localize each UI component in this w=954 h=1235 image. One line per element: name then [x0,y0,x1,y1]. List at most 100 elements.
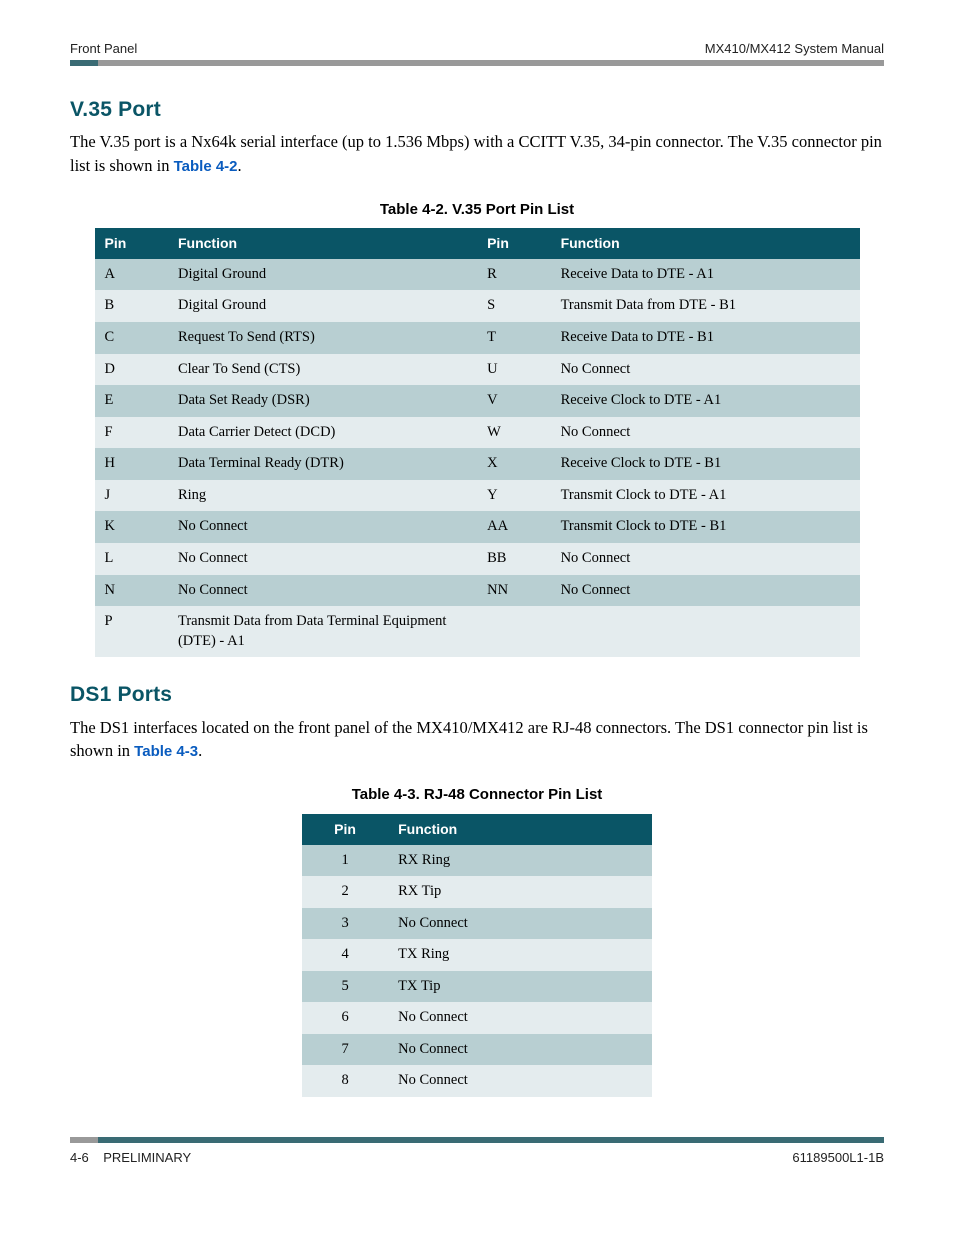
xref-table-4-2[interactable]: Table 4-2 [174,158,238,175]
cell-function: TX Ring [388,939,652,971]
header-rule [70,60,884,66]
table-row: PTransmit Data from Data Terminal Equipm… [95,606,860,657]
cell-function: Ring [168,480,477,512]
cell-function: No Connect [388,1002,652,1034]
table-row: BDigital GroundSTransmit Data from DTE -… [95,290,860,322]
para-text-end: . [198,741,202,760]
cell-function: No Connect [551,543,860,575]
table-row: EData Set Ready (DSR)VReceive Clock to D… [95,385,860,417]
cell-function: Transmit Data from Data Terminal Equipme… [168,606,477,657]
table-header-row: Pin Function [302,814,652,845]
cell-function: No Connect [168,543,477,575]
table-row: 2RX Tip [302,876,652,908]
cell-function: No Connect [388,1065,652,1097]
cell-pin: 6 [302,1002,388,1034]
cell-function: Data Carrier Detect (DCD) [168,417,477,449]
cell-pin: 8 [302,1065,388,1097]
cell-pin: 3 [302,908,388,940]
footer-right: 61189500L1-1B [792,1149,884,1167]
cell-function: Clear To Send (CTS) [168,354,477,386]
section2-paragraph: The DS1 interfaces located on the front … [70,716,884,764]
cell-function: No Connect [388,1034,652,1066]
cell-function: Receive Clock to DTE - B1 [551,448,860,480]
table-row: ADigital GroundRReceive Data to DTE - A1 [95,259,860,291]
cell-function: Request To Send (RTS) [168,322,477,354]
table-row: CRequest To Send (RTS)TReceive Data to D… [95,322,860,354]
cell-pin: U [477,354,550,386]
footer-left: 4-6 PRELIMINARY [70,1149,191,1167]
running-footer: 4-6 PRELIMINARY 61189500L1-1B [70,1149,884,1167]
cell-function: Data Terminal Ready (DTR) [168,448,477,480]
cell-function: No Connect [388,908,652,940]
col-pin2: Pin [477,228,550,259]
table-row: 1RX Ring [302,845,652,877]
header-left: Front Panel [70,40,137,58]
section1-paragraph: The V.35 port is a Nx64k serial interfac… [70,130,884,178]
cell-pin: 1 [302,845,388,877]
cell-pin: 4 [302,939,388,971]
xref-table-4-3[interactable]: Table 4-3 [134,743,198,760]
cell-pin: BB [477,543,550,575]
table-row: 6No Connect [302,1002,652,1034]
cell-pin: V [477,385,550,417]
running-header: Front Panel MX410/MX412 System Manual [70,40,884,58]
table-row: LNo ConnectBBNo Connect [95,543,860,575]
table-row: DClear To Send (CTS)UNo Connect [95,354,860,386]
section-heading-v35: V.35 Port [70,96,884,124]
table-row: HData Terminal Ready (DTR)XReceive Clock… [95,448,860,480]
table-rj48-pinlist: Pin Function 1RX Ring2RX Tip3No Connect4… [302,814,652,1097]
header-right: MX410/MX412 System Manual [705,40,884,58]
cell-pin: H [95,448,168,480]
cell-pin: NN [477,575,550,607]
cell-pin: D [95,354,168,386]
cell-pin: X [477,448,550,480]
cell-pin: K [95,511,168,543]
cell-function: Receive Clock to DTE - A1 [551,385,860,417]
cell-function: No Connect [551,417,860,449]
para-text-end: . [238,156,242,175]
cell-function: No Connect [168,575,477,607]
cell-pin: S [477,290,550,322]
cell-function: Digital Ground [168,290,477,322]
cell-function: Transmit Clock to DTE - B1 [551,511,860,543]
cell-function: Data Set Ready (DSR) [168,385,477,417]
cell-pin: AA [477,511,550,543]
doc-status: PRELIMINARY [103,1150,191,1165]
cell-pin: J [95,480,168,512]
col-pin: Pin [95,228,168,259]
cell-pin: L [95,543,168,575]
table-row: 3No Connect [302,908,652,940]
cell-pin: 2 [302,876,388,908]
table-row: 5TX Tip [302,971,652,1003]
cell-function: No Connect [168,511,477,543]
cell-function: Receive Data to DTE - B1 [551,322,860,354]
table-row: NNo ConnectNNNo Connect [95,575,860,607]
cell-function: No Connect [551,575,860,607]
cell-function: No Connect [551,354,860,386]
cell-pin: T [477,322,550,354]
col-function: Function [388,814,652,845]
cell-pin: F [95,417,168,449]
table-row: 7No Connect [302,1034,652,1066]
cell-pin: R [477,259,550,291]
cell-function: Receive Data to DTE - A1 [551,259,860,291]
col-function2: Function [551,228,860,259]
cell-function: RX Tip [388,876,652,908]
footer-rule [70,1137,884,1143]
cell-pin: 7 [302,1034,388,1066]
page-number: 4-6 [70,1150,89,1165]
cell-function: Transmit Data from DTE - B1 [551,290,860,322]
cell-pin: 5 [302,971,388,1003]
cell-function [551,606,860,657]
table1-caption: Table 4-2. V.35 Port Pin List [70,200,884,220]
section-heading-ds1: DS1 Ports [70,681,884,709]
cell-pin: Y [477,480,550,512]
cell-pin: N [95,575,168,607]
col-function: Function [168,228,477,259]
cell-pin: E [95,385,168,417]
table-row: KNo ConnectAATransmit Clock to DTE - B1 [95,511,860,543]
table2-caption: Table 4-3. RJ-48 Connector Pin List [70,785,884,805]
table-header-row: Pin Function Pin Function [95,228,860,259]
col-pin: Pin [302,814,388,845]
cell-pin: C [95,322,168,354]
